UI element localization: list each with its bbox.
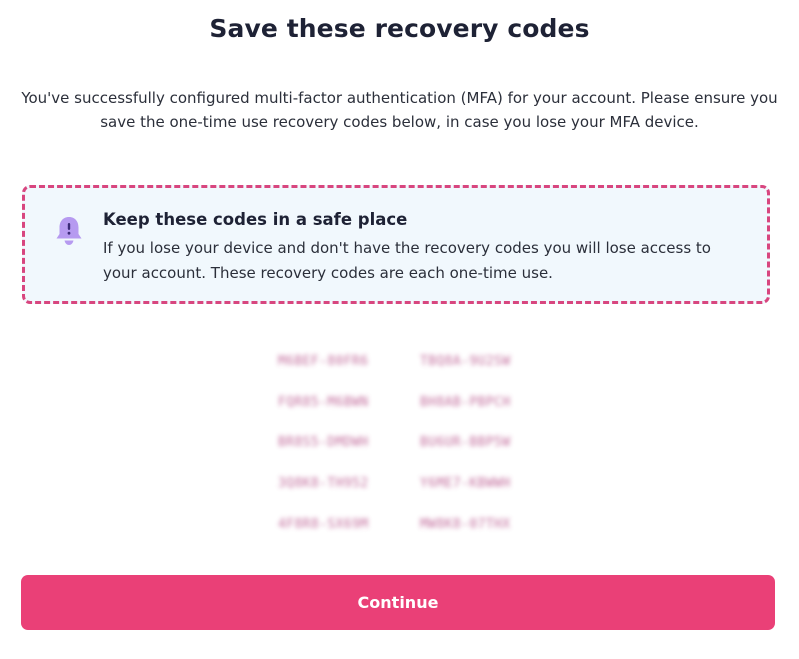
intro-text: You've successfully configured multi-fac…: [21, 89, 778, 131]
notice-title: Keep these codes in a safe place: [103, 210, 408, 229]
recovery-code: M6BEF-80FR6: [278, 354, 369, 369]
recovery-code: BR8S5-DMDWH: [278, 435, 369, 450]
recovery-code: FQR85-M6BWN: [278, 395, 369, 410]
recovery-code: 3Q8K8-TH952: [278, 476, 369, 491]
recovery-codes-list: M6BEF-80FR6 TBQ8A-9U2SW FQR85-M6BWN BH8A…: [270, 350, 530, 540]
page-title: Save these recovery codes: [209, 14, 590, 43]
notice-body: If you lose your device and don't have t…: [103, 239, 711, 282]
recovery-code: BU6UR-BBP5W: [420, 435, 511, 450]
recovery-code: 4F8R8-SX69M: [278, 517, 369, 532]
recovery-code: MW8K8-07THX: [420, 517, 511, 532]
safe-place-notice: Keep these codes in a safe place If you …: [22, 185, 770, 304]
recovery-code: Y6ME7-KBWWH: [420, 476, 511, 491]
recovery-code: TBQ8A-9U2SW: [420, 354, 511, 369]
continue-button[interactable]: Continue: [21, 575, 775, 630]
recovery-code: BH8AB-PBPCH: [420, 395, 511, 410]
bell-icon: [53, 214, 85, 248]
